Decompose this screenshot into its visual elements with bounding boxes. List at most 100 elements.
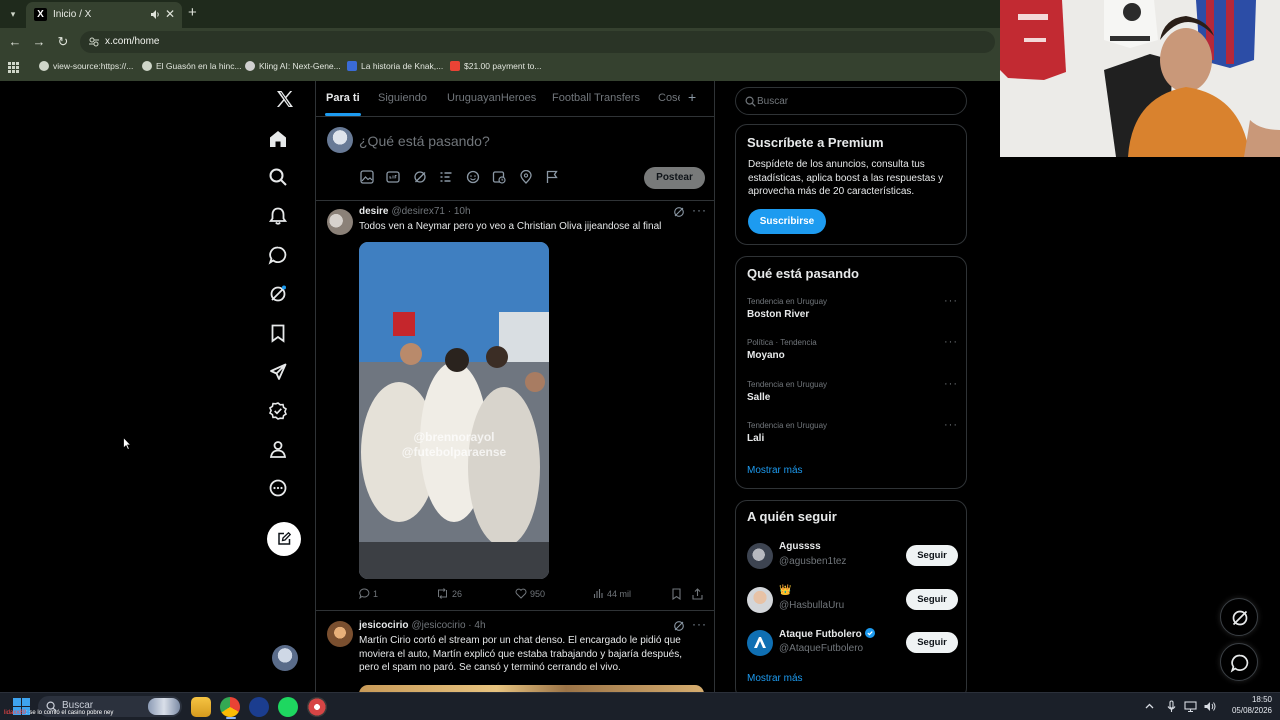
chrome-icon[interactable]	[220, 697, 240, 717]
trend-more-icon[interactable]: ···	[944, 419, 958, 431]
tab-search-chevron-icon[interactable]: ▾	[5, 6, 21, 22]
follow-avatar[interactable]	[747, 630, 773, 656]
views-button[interactable]: 44 mil	[593, 588, 631, 599]
repost-button[interactable]: 26	[436, 588, 462, 599]
chevron-up-icon[interactable]	[1143, 700, 1156, 713]
bookmark-item[interactable]: El Guasón en la hinc...	[142, 61, 242, 75]
grok-floating-button[interactable]	[1220, 598, 1258, 636]
file-explorer-icon[interactable]	[191, 697, 211, 717]
tab-football-transfers[interactable]: Football Transfers	[552, 92, 640, 104]
trends-show-more-link[interactable]: Mostrar más	[747, 465, 803, 476]
spotify-icon[interactable]	[278, 697, 298, 717]
follow-suggestion[interactable]: 👑 @HasbullaUru Seguir	[747, 585, 959, 619]
tab-cose[interactable]: Cose	[658, 92, 680, 104]
address-bar[interactable]: x.com/home	[80, 31, 995, 53]
follow-suggestion[interactable]: Ataque Futbolero @AtaqueFutbolero Seguir	[747, 628, 959, 662]
add-tab-icon[interactable]: +	[688, 89, 696, 105]
volume-icon[interactable]	[1203, 700, 1216, 713]
grok-explain-icon[interactable]	[673, 206, 685, 218]
follow-avatar[interactable]	[747, 587, 773, 613]
bookmark-item[interactable]: view-source:https://...	[39, 61, 133, 75]
premium-title: Suscríbete a Premium	[747, 135, 884, 150]
trend-more-icon[interactable]: ···	[944, 295, 958, 307]
compose-post-button[interactable]	[267, 522, 301, 556]
browser-tab-active[interactable]: X Inicio / X ✕	[26, 2, 182, 28]
tab-uruguayanheroes[interactable]: UruguayanHeroes	[447, 92, 536, 104]
obs-icon[interactable]	[307, 697, 327, 717]
emoji-icon[interactable]	[466, 170, 480, 184]
trend-more-icon[interactable]: ···	[944, 336, 958, 348]
bookmark-item[interactable]: La historia de Knak,...	[347, 61, 443, 75]
tweet-author[interactable]: desire @desirex71 · 10h	[359, 206, 471, 217]
clock-time[interactable]: 18:50	[1238, 695, 1272, 704]
site-info-icon[interactable]	[88, 36, 100, 48]
share-icon[interactable]	[692, 588, 703, 600]
trend-item[interactable]: Política · Tendencia Moyano ···	[747, 336, 958, 378]
video-watermark: @brennorayol	[413, 430, 495, 444]
follow-button[interactable]: Seguir	[906, 545, 958, 566]
speaker-icon[interactable]	[150, 9, 160, 20]
microphone-icon[interactable]	[1165, 700, 1178, 713]
trend-item[interactable]: Tendencia en Uruguay Boston River ···	[747, 295, 958, 337]
reply-button[interactable]: 1	[359, 588, 378, 600]
search-input[interactable]: Buscar	[735, 87, 967, 115]
app-icon[interactable]	[249, 697, 269, 717]
rocket-icon[interactable]	[268, 362, 288, 382]
messages-floating-button[interactable]	[1220, 643, 1258, 681]
search-icon[interactable]	[268, 167, 288, 187]
tab-para-ti[interactable]: Para ti	[326, 92, 360, 104]
follow-show-more-link[interactable]: Mostrar más	[747, 673, 803, 684]
poll-icon[interactable]	[439, 170, 453, 184]
tweet[interactable]: jesicocirio @jesicocirio · 4h ··· Martín …	[316, 612, 714, 692]
clock-date[interactable]: 05/08/2026	[1222, 706, 1272, 715]
like-button[interactable]: 950	[515, 588, 545, 599]
post-button[interactable]: Postear	[644, 167, 705, 189]
close-tab-icon[interactable]: ✕	[165, 7, 175, 21]
back-arrow-icon[interactable]: ←	[7, 34, 23, 50]
repost-icon	[438, 588, 447, 599]
flag-icon[interactable]	[545, 170, 559, 184]
bookmarks-icon[interactable]	[268, 323, 288, 343]
x-logo-icon[interactable]	[276, 90, 294, 108]
new-tab-button[interactable]: +	[188, 4, 197, 21]
apps-grid-icon[interactable]	[8, 62, 19, 73]
tweet-more-icon[interactable]: ···	[692, 617, 707, 631]
grok-icon[interactable]	[268, 284, 288, 304]
trend-item[interactable]: Tendencia en Uruguay Salle ···	[747, 378, 958, 420]
messages-icon[interactable]	[268, 245, 288, 265]
verified-badge-icon[interactable]	[268, 401, 288, 421]
tab-siguiendo[interactable]: Siguiendo	[378, 92, 427, 104]
subscribe-button[interactable]: Suscribirse	[748, 209, 826, 234]
tweet[interactable]: desire @desirex71 · 10h ··· Todos ven a N…	[316, 201, 714, 611]
account-avatar[interactable]	[272, 645, 298, 671]
grok-icon[interactable]	[413, 170, 427, 184]
tweet-author-avatar[interactable]	[327, 621, 353, 647]
location-icon[interactable]	[519, 170, 533, 184]
composer-input[interactable]: ¿Qué está pasando?	[359, 133, 490, 149]
home-icon[interactable]	[268, 129, 288, 149]
tweet-author-avatar[interactable]	[327, 209, 353, 235]
tweet-more-icon[interactable]: ···	[692, 203, 707, 217]
more-options-icon[interactable]	[268, 478, 288, 498]
notifications-bell-icon[interactable]	[268, 206, 288, 226]
follow-button[interactable]: Seguir	[906, 589, 958, 610]
trend-more-icon[interactable]: ···	[944, 378, 958, 390]
tweet-media[interactable]	[359, 685, 704, 692]
tweet-author[interactable]: jesicocirio @jesicocirio · 4h	[359, 620, 486, 631]
image-icon[interactable]	[360, 170, 374, 184]
trend-item[interactable]: Tendencia en Uruguay Lali ···	[747, 419, 958, 461]
bookmark-icon[interactable]	[671, 588, 682, 600]
profile-icon[interactable]	[268, 439, 288, 459]
schedule-icon[interactable]	[492, 170, 506, 184]
network-icon[interactable]	[1184, 700, 1197, 713]
reload-icon[interactable]: ↻	[55, 34, 71, 50]
tweet-video[interactable]: @brennorayol @futebolparaense	[359, 242, 549, 579]
gif-icon[interactable]	[386, 170, 400, 184]
follow-button[interactable]: Seguir	[906, 632, 958, 653]
grok-explain-icon[interactable]	[673, 620, 685, 632]
follow-avatar[interactable]	[747, 543, 773, 569]
follow-suggestion[interactable]: Agussss @agusben1tez Seguir	[747, 541, 959, 575]
forward-arrow-icon[interactable]: →	[31, 34, 47, 50]
bookmark-item[interactable]: $21.00 payment to...	[450, 61, 542, 75]
bookmark-item[interactable]: Kling AI: Next-Gene...	[245, 61, 341, 75]
